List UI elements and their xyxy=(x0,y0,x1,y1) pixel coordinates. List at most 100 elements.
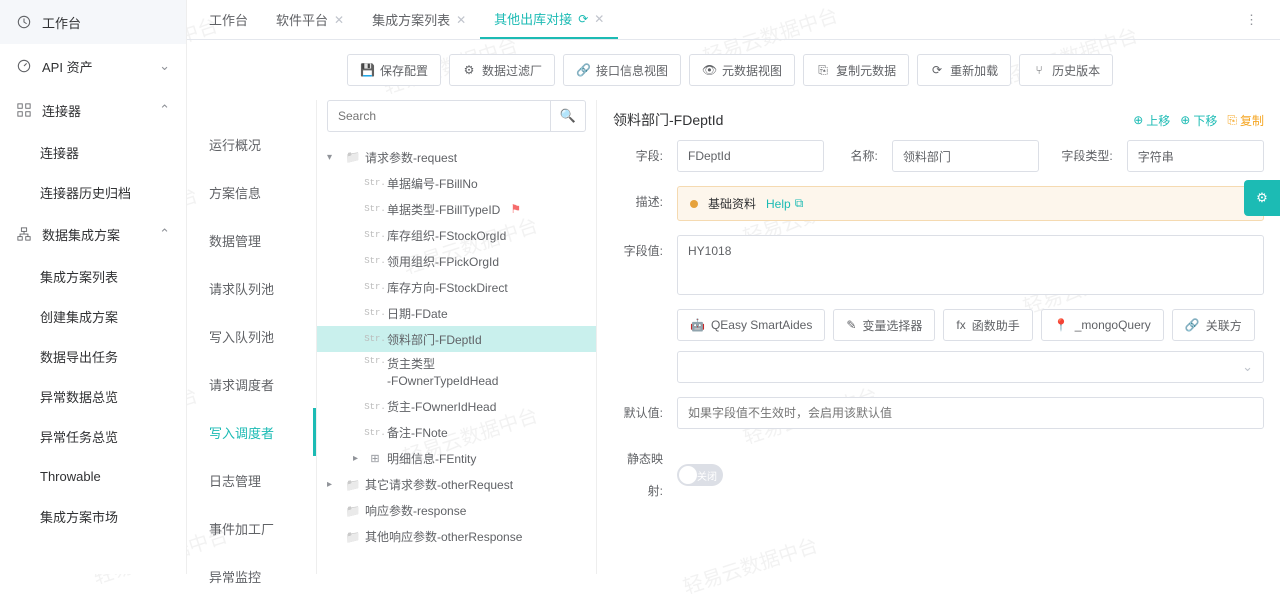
value-label: 字段值: xyxy=(613,235,663,267)
sb2-request-queue[interactable]: 请求队列池 xyxy=(187,264,316,312)
tree-node-fownerid[interactable]: Str.货主-FOwnerIdHead xyxy=(317,394,596,420)
tree-node-other-request[interactable]: ▸其它请求参数-otherRequest xyxy=(317,472,596,498)
close-icon[interactable]: ✕ xyxy=(334,13,344,27)
string-type-icon: Str. xyxy=(367,334,383,344)
field-input[interactable] xyxy=(677,140,824,172)
sidebar-item-integration[interactable]: 数据集成方案 ⌃ xyxy=(0,212,186,256)
main-toolbar: 💾保存配置 ⚙数据过滤厂 🔗接口信息视图 👁元数据视图 ⎘复制元数据 ⟳重新加载… xyxy=(187,40,1280,100)
sidebar-item-workbench[interactable]: 工作台 xyxy=(0,0,186,44)
static-map-label: 静态映射: xyxy=(613,443,663,507)
tree-node-fstockdirect[interactable]: Str.库存方向-FStockDirect xyxy=(317,274,596,300)
sidebar-label: 连接器 xyxy=(42,101,159,120)
sb2-request-dispatcher[interactable]: 请求调度者 xyxy=(187,360,316,408)
chevron-down-icon: ⌄ xyxy=(159,58,170,74)
data-filter-button[interactable]: ⚙数据过滤厂 xyxy=(449,54,555,86)
tree-node-request[interactable]: ▾请求参数-request xyxy=(317,144,596,170)
api-info-button[interactable]: 🔗接口信息视图 xyxy=(563,54,681,86)
sidebar-label: 数据集成方案 xyxy=(42,225,159,244)
sidebar-item-scheme-list[interactable]: 集成方案列表 xyxy=(0,256,186,296)
copy-button[interactable]: ⎘复制 xyxy=(1227,112,1264,129)
sidebar-item-create-scheme[interactable]: 创建集成方案 xyxy=(0,296,186,336)
arrow-up-icon: ⊕ xyxy=(1133,113,1143,127)
field-label: 字段: xyxy=(613,140,663,172)
type-select[interactable] xyxy=(1127,140,1264,172)
tab-scheme-list[interactable]: 集成方案列表✕ xyxy=(358,0,480,39)
value-tools: 🤖QEasy SmartAides ✎变量选择器 fx函数助手 📍_mongoQ… xyxy=(677,309,1264,341)
tree-node-other-response[interactable]: 其他响应参数-otherResponse xyxy=(317,524,596,550)
default-label: 默认值: xyxy=(613,397,663,429)
smartaides-button[interactable]: 🤖QEasy SmartAides xyxy=(677,309,825,341)
help-link[interactable]: Help⧉ xyxy=(766,196,803,211)
detail-title: 领料部门-FDeptId xyxy=(613,110,723,130)
tab-more-icon[interactable]: ⋮ xyxy=(1231,12,1272,28)
tab-software-platform[interactable]: 软件平台✕ xyxy=(262,0,358,39)
search-button[interactable]: 🔍 xyxy=(550,100,586,132)
sb2-data-mgmt[interactable]: 数据管理 xyxy=(187,216,316,264)
tree-node-fdeptid[interactable]: Str.领料部门-FDeptId xyxy=(317,326,596,352)
history-button[interactable]: ⑂历史版本 xyxy=(1019,54,1113,86)
tree-node-fnote[interactable]: Str.备注-FNote xyxy=(317,420,596,446)
sidebar-item-api-assets[interactable]: API 资产 ⌄ xyxy=(0,44,186,88)
tree-node-fbilltypeid[interactable]: Str.单据类型-FBillTypeID⚑ xyxy=(317,196,596,222)
caret-down-icon: ▾ xyxy=(327,152,337,163)
primary-sidebar: 工作台 API 资产 ⌄ 连接器 ⌃ 连接器 连接器历史归档 数据集成方案 ⌃ … xyxy=(0,0,187,574)
string-type-icon: Str. xyxy=(367,256,383,266)
tree-node-fpickorgid[interactable]: Str.领用组织-FPickOrgId xyxy=(317,248,596,274)
mongo-query-button[interactable]: 📍_mongoQuery xyxy=(1041,309,1164,341)
save-config-button[interactable]: 💾保存配置 xyxy=(347,54,441,86)
tab-workbench[interactable]: 工作台 xyxy=(195,0,262,39)
tree-node-fentity[interactable]: ▸明细信息-FEntity xyxy=(317,446,596,472)
move-down-button[interactable]: ⊕下移 xyxy=(1180,112,1217,129)
default-input[interactable] xyxy=(677,397,1264,429)
gear-icon: ⚙ xyxy=(462,63,476,77)
chevron-down-icon: ⌄ xyxy=(1242,359,1253,375)
tree-node-fstockorgid[interactable]: Str.库存组织-FStockOrgId xyxy=(317,222,596,248)
metadata-view-button[interactable]: 👁元数据视图 xyxy=(689,54,795,86)
move-up-button[interactable]: ⊕上移 xyxy=(1133,112,1170,129)
function-helper-button[interactable]: fx函数助手 xyxy=(943,309,1032,341)
sb2-write-dispatcher[interactable]: 写入调度者 xyxy=(187,408,316,456)
gauge-icon xyxy=(16,58,32,74)
settings-fab[interactable]: ⚙ xyxy=(1244,180,1280,216)
tree-node-fdate[interactable]: Str.日期-FDate xyxy=(317,300,596,326)
refresh-icon[interactable]: ⟳ xyxy=(578,12,588,26)
tree-node-fbillno[interactable]: Str.单据编号-FBillNo xyxy=(317,170,596,196)
sidebar-item-connector-list[interactable]: 连接器 xyxy=(0,132,186,172)
arrow-down-icon: ⊕ xyxy=(1180,113,1190,127)
close-icon[interactable]: ✕ xyxy=(456,13,466,27)
sb2-overview[interactable]: 运行概况 xyxy=(187,120,316,168)
sidebar-label: API 资产 xyxy=(42,57,159,76)
fx-icon: fx xyxy=(956,318,965,332)
secondary-sidebar: 运行概况 方案信息 数据管理 请求队列池 写入队列池 请求调度者 写入调度者 日… xyxy=(187,100,317,574)
empty-select[interactable]: ⌄ xyxy=(677,351,1264,383)
folder-icon xyxy=(345,504,361,518)
tab-other-outbound[interactable]: 其他出库对接⟳✕ xyxy=(480,0,618,39)
sb2-event-factory[interactable]: 事件加工厂 xyxy=(187,504,316,552)
search-input[interactable] xyxy=(327,100,550,132)
sb2-log-mgmt[interactable]: 日志管理 xyxy=(187,456,316,504)
reload-button[interactable]: ⟳重新加载 xyxy=(917,54,1011,86)
value-textarea[interactable] xyxy=(677,235,1264,295)
tree-node-response[interactable]: 响应参数-response xyxy=(317,498,596,524)
link-icon: 🔗 xyxy=(1185,318,1200,332)
sidebar-item-connector[interactable]: 连接器 ⌃ xyxy=(0,88,186,132)
name-input[interactable] xyxy=(892,140,1039,172)
sb2-write-queue[interactable]: 写入队列池 xyxy=(187,312,316,360)
static-map-toggle[interactable]: 关闭 xyxy=(677,464,723,486)
sb2-scheme-info[interactable]: 方案信息 xyxy=(187,168,316,216)
toggle-state: 关闭 xyxy=(697,468,717,483)
copy-metadata-button[interactable]: ⎘复制元数据 xyxy=(803,54,909,86)
sidebar-item-connector-archive[interactable]: 连接器历史归档 xyxy=(0,172,186,212)
sidebar-item-scheme-market[interactable]: 集成方案市场 xyxy=(0,496,186,536)
gear-icon: ⚙ xyxy=(1256,190,1268,206)
relation-button[interactable]: 🔗关联方 xyxy=(1172,309,1255,341)
var-picker-button[interactable]: ✎变量选择器 xyxy=(833,309,935,341)
tree-node-fownertype[interactable]: Str.货主类型-FOwnerTypeIdHead xyxy=(317,352,596,394)
string-type-icon: Str. xyxy=(367,356,383,366)
close-icon[interactable]: ✕ xyxy=(594,12,604,26)
sb2-error-monitor[interactable]: 异常监控 xyxy=(187,552,316,600)
sidebar-item-error-task[interactable]: 异常任务总览 xyxy=(0,416,186,456)
sidebar-item-throwable[interactable]: Throwable xyxy=(0,456,186,496)
sidebar-item-error-data[interactable]: 异常数据总览 xyxy=(0,376,186,416)
sidebar-item-export-task[interactable]: 数据导出任务 xyxy=(0,336,186,376)
